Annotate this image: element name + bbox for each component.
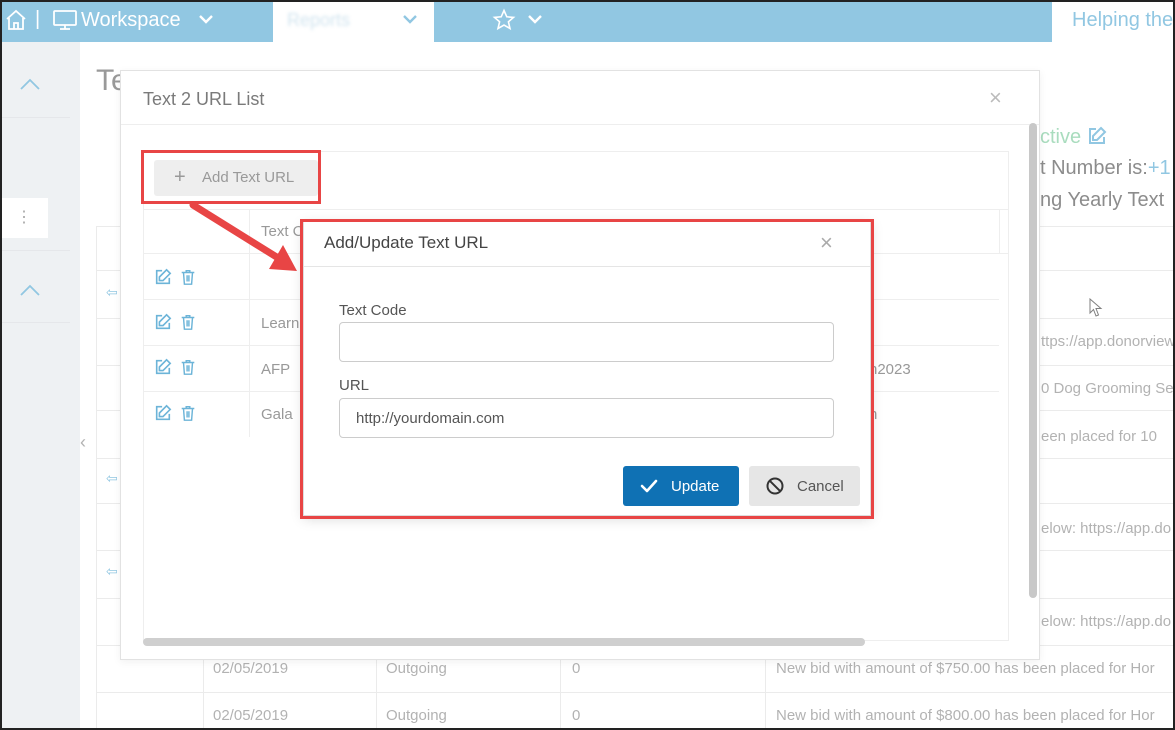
row-text-code: Learn bbox=[261, 315, 300, 332]
horizontal-scrollbar[interactable] bbox=[143, 638, 865, 646]
edit-icon[interactable] bbox=[154, 268, 172, 286]
row-text-code: Gala bbox=[261, 406, 293, 423]
trash-icon[interactable] bbox=[179, 313, 197, 331]
trash-icon[interactable] bbox=[179, 404, 197, 422]
trash-icon[interactable] bbox=[179, 358, 197, 376]
modal-title: Text 2 URL List bbox=[143, 89, 265, 109]
highlight-box-dialog bbox=[300, 219, 874, 519]
vertical-scrollbar[interactable] bbox=[1029, 123, 1037, 598]
table-column-divider bbox=[999, 209, 1000, 253]
row-text-code: AFP bbox=[261, 361, 291, 378]
edit-icon[interactable] bbox=[154, 404, 172, 422]
edit-icon[interactable] bbox=[154, 313, 172, 331]
edit-icon[interactable] bbox=[154, 358, 172, 376]
close-icon[interactable]: × bbox=[989, 85, 1002, 111]
modal-header-divider bbox=[121, 124, 1039, 125]
annotation-arrow bbox=[189, 201, 297, 271]
row-url: n2023 bbox=[869, 361, 911, 378]
